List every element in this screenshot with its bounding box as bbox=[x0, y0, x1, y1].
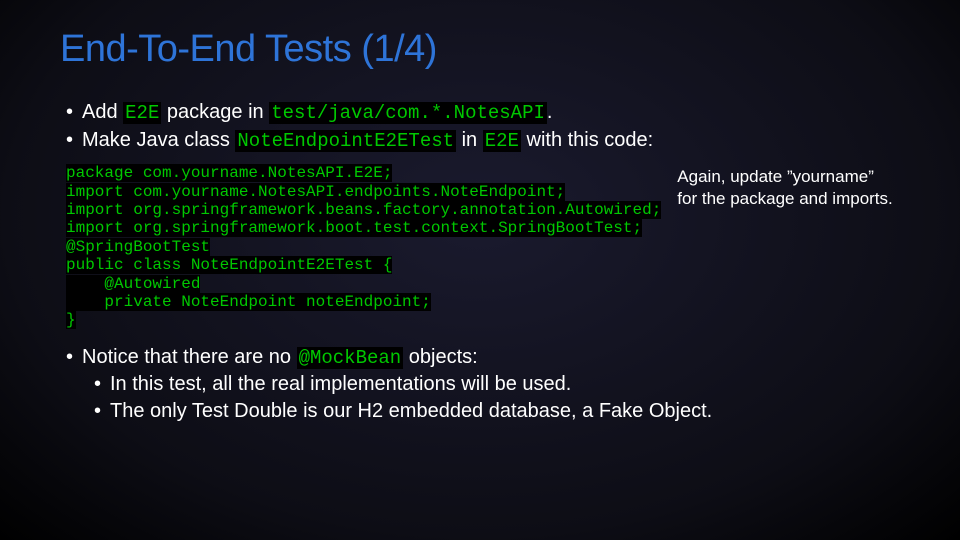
code-line: import com.yourname.NotesAPI.endpoints.N… bbox=[66, 183, 661, 201]
sub-bullet-2: • The only Test Double is our H2 embedde… bbox=[94, 398, 900, 425]
bullet-marker: • bbox=[66, 99, 82, 126]
code-line: import org.springframework.boot.test.con… bbox=[66, 219, 661, 237]
code-line: @SpringBootTest bbox=[66, 238, 661, 256]
code-line: private NoteEndpoint noteEndpoint; bbox=[66, 293, 661, 311]
code-line: import org.springframework.beans.factory… bbox=[66, 201, 661, 219]
inline-code: @MockBean bbox=[297, 347, 404, 369]
bullet-marker: • bbox=[94, 371, 110, 398]
sub-bullet-1: • In this test, all the real implementat… bbox=[94, 371, 900, 398]
code-block: package com.yourname.NotesAPI.E2E; impor… bbox=[66, 164, 900, 330]
bullet-list-bottom: • Notice that there are no @MockBean obj… bbox=[66, 344, 900, 426]
text-fragment: in bbox=[456, 129, 483, 151]
bullet-1: • Add E2E package in test/java/com.*.Not… bbox=[66, 99, 900, 127]
bullet-marker: • bbox=[94, 398, 110, 425]
slide-content: • Add E2E package in test/java/com.*.Not… bbox=[60, 99, 900, 425]
text-fragment: Add bbox=[82, 101, 123, 123]
code-lines: package com.yourname.NotesAPI.E2E; impor… bbox=[66, 164, 661, 330]
inline-code: E2E bbox=[123, 102, 161, 124]
text-fragment: Make Java class bbox=[82, 129, 235, 151]
bullet-marker: • bbox=[66, 127, 82, 154]
bullet-3: • Notice that there are no @MockBean obj… bbox=[66, 344, 900, 372]
text-fragment: Notice that there are no bbox=[82, 346, 297, 368]
code-line: } bbox=[66, 311, 661, 329]
text-fragment: . bbox=[547, 101, 553, 123]
sub-bullet-2-text: The only Test Double is our H2 embedded … bbox=[110, 398, 712, 425]
side-note: Again, update ”yourname” for the package… bbox=[677, 166, 897, 210]
code-line: public class NoteEndpointE2ETest { bbox=[66, 256, 661, 274]
inline-code: test/java/com.*.NotesAPI bbox=[269, 102, 547, 124]
bullet-3-text: Notice that there are no @MockBean objec… bbox=[82, 344, 478, 372]
slide-title: End-To-End Tests (1/4) bbox=[60, 28, 900, 71]
sub-bullet-1-text: In this test, all the real implementatio… bbox=[110, 371, 571, 398]
text-fragment: with this code: bbox=[521, 129, 653, 151]
text-fragment: objects: bbox=[403, 346, 477, 368]
bullet-2-text: Make Java class NoteEndpointE2ETest in E… bbox=[82, 127, 653, 155]
code-line: @Autowired bbox=[66, 275, 661, 293]
bullet-marker: • bbox=[66, 344, 82, 371]
bullet-1-text: Add E2E package in test/java/com.*.Notes… bbox=[82, 99, 552, 127]
inline-code: E2E bbox=[483, 130, 521, 152]
bullet-list-top: • Add E2E package in test/java/com.*.Not… bbox=[66, 99, 900, 154]
sub-bullet-list: • In this test, all the real implementat… bbox=[94, 371, 900, 425]
code-line: package com.yourname.NotesAPI.E2E; bbox=[66, 164, 661, 182]
inline-code: NoteEndpointE2ETest bbox=[235, 130, 456, 152]
text-fragment: package in bbox=[161, 101, 269, 123]
bullet-2: • Make Java class NoteEndpointE2ETest in… bbox=[66, 127, 900, 155]
slide-container: End-To-End Tests (1/4) • Add E2E package… bbox=[0, 0, 960, 540]
